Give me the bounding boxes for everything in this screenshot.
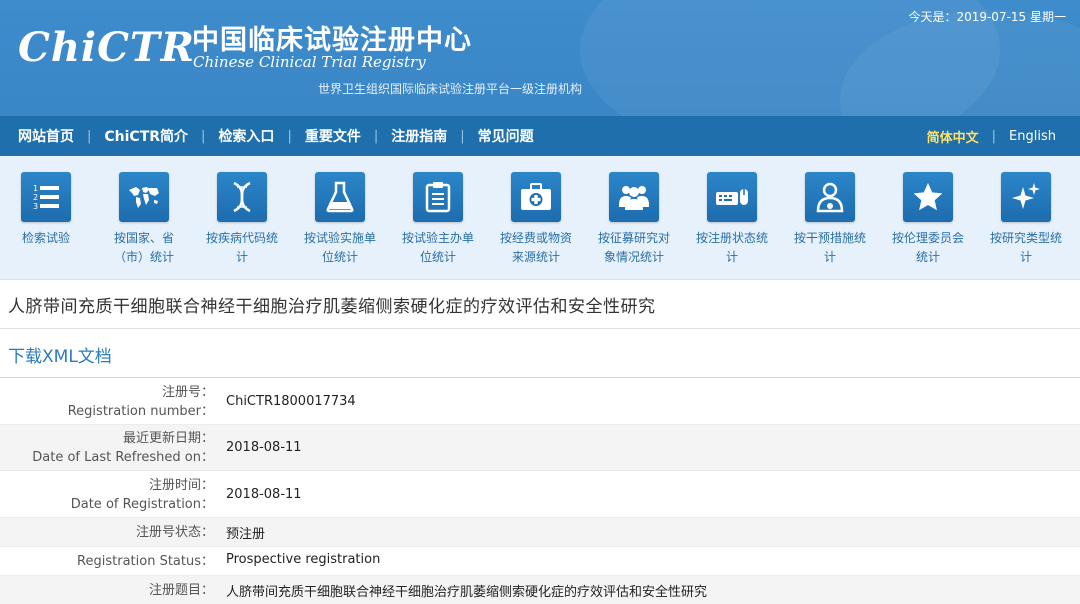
icon-label-line1: 按研究类型统: [989, 231, 1062, 245]
icon-by-institution[interactable]: 按试验实施单 位统计: [294, 172, 386, 267]
icon-label-line2: 计: [725, 250, 738, 264]
icon-label-line2: 计: [235, 250, 248, 264]
icon-label-line2: 位统计: [321, 250, 358, 264]
detail-value: 预注册: [226, 527, 266, 542]
svg-text:1: 1: [33, 184, 38, 193]
sparkle-icon: [1001, 172, 1051, 222]
nav-separator: |: [287, 128, 292, 144]
icon-label-line1: 按经费或物资: [499, 231, 572, 245]
nav-documents[interactable]: 重要文件: [305, 126, 361, 146]
icon-label-line2: 统计: [915, 250, 940, 264]
detail-label-cn: 注册题目：: [148, 583, 214, 598]
page-title: 人脐带间充质干细胞联合神经干细胞治疗肌萎缩侧索硬化症的疗效评估和安全性研究: [8, 297, 656, 317]
detail-row-registration-number: 注册号： Registration number： ChiCTR18000177…: [0, 378, 1080, 425]
icon-label-line1: 按征募研究对: [597, 231, 670, 245]
nav-guide[interactable]: 注册指南: [391, 126, 447, 146]
icon-label-line1: 按伦理委员会: [891, 231, 964, 245]
svg-text:2: 2: [33, 193, 38, 202]
icon-by-intervention[interactable]: 按干预措施统计: [784, 172, 876, 267]
header-banner: ChiCTR 中国临床试验注册中心 Chinese Clinical Trial…: [0, 0, 1080, 116]
detail-label-en: Registration Status：: [77, 554, 214, 569]
list-numbered-icon: 123: [21, 172, 71, 222]
icon-by-ethics[interactable]: 按伦理委员会 统计: [882, 172, 974, 267]
icon-label-line1: 按注册状态统: [695, 231, 768, 245]
today-date: 今天是：2019-07-15 星期一: [908, 10, 1066, 24]
download-xml-link[interactable]: 下载XML文档: [8, 342, 112, 367]
nav-separator: |: [991, 128, 997, 144]
nav-about[interactable]: ChiCTR简介: [104, 126, 188, 146]
detail-value: 人脐带间充质干细胞联合神经干细胞治疗肌萎缩侧索硬化症的疗效评估和安全性研究: [226, 585, 708, 600]
detail-value: 2018-08-11: [226, 440, 302, 455]
icon-by-country[interactable]: 按国家、省 （市）统计: [98, 172, 190, 267]
icon-by-status[interactable]: 按注册状态统计: [686, 172, 778, 267]
svg-text:3: 3: [33, 202, 38, 211]
icon-label-line2: 位统计: [419, 250, 456, 264]
site-title-cn: 中国临床试验注册中心: [192, 25, 472, 56]
detail-row-last-refreshed: 最近更新日期： Date of Last Refreshed on： 2018-…: [0, 425, 1080, 471]
keyboard-mouse-icon: [707, 172, 757, 222]
detail-label-cn: 注册号：: [161, 385, 214, 400]
icon-label-line2: 计: [1019, 250, 1032, 264]
divider: [0, 328, 1080, 329]
clipboard-icon: [413, 172, 463, 222]
detail-label-en: Date of Registration：: [70, 497, 214, 512]
icon-label-line1: 按国家、省: [113, 231, 174, 245]
nav-separator: |: [373, 128, 379, 144]
icon-label-line1: 按试验主办单: [401, 231, 474, 245]
medical-kit-icon: [511, 172, 561, 222]
dna-icon: [217, 172, 267, 222]
nav-separator: |: [87, 128, 92, 144]
lang-chinese-link[interactable]: 简体中文: [927, 127, 979, 146]
nav-faq[interactable]: 常见问题: [478, 126, 534, 146]
icon-by-funding[interactable]: 按经费或物资 来源统计: [490, 172, 582, 267]
star-icon: [903, 172, 953, 222]
detail-row-title: 注册题目： 人脐带间充质干细胞联合神经干细胞治疗肌萎缩侧索硬化症的疗效评估和安全…: [0, 576, 1080, 604]
detail-value: 2018-08-11: [226, 487, 302, 502]
site-subtitle: 世界卫生组织国际临床试验注册平台一级注册机构: [318, 82, 583, 96]
icon-label-line2: 计: [823, 250, 836, 264]
detail-label-cn: 注册时间：: [148, 478, 214, 493]
logo-text: ChiCTR: [18, 24, 195, 71]
detail-label-en: Registration number：: [67, 404, 214, 419]
icon-label-line2: 来源统计: [511, 250, 560, 264]
main-nav: 网站首页 | ChiCTR简介 | 检索入口 | 重要文件 | 注册指南 | 常…: [0, 116, 1080, 156]
nav-home[interactable]: 网站首页: [18, 126, 74, 146]
icon-label-line1: 按疾病代码统: [205, 231, 278, 245]
stats-icon-bar: 123 检索试验 按国家、省 （市）统计 按疾病代码统计 按试验实施单 位统计 按试…: [0, 156, 1080, 280]
nav-search[interactable]: 检索入口: [218, 126, 274, 146]
detail-value: Prospective registration: [226, 552, 381, 567]
nav-separator: |: [201, 128, 206, 144]
detail-value: ChiCTR1800017734: [226, 394, 356, 409]
people-group-icon: [609, 172, 659, 222]
world-map-icon: [119, 172, 169, 222]
detail-row-status-cn: 注册号状态： 预注册: [0, 518, 1080, 547]
nav-separator: |: [460, 128, 465, 144]
detail-row-registration-date: 注册时间： Date of Registration： 2018-08-11: [0, 471, 1080, 518]
icon-label-line2: 象情况统计: [603, 250, 664, 264]
icon-label-line2: （市）统计: [113, 250, 174, 264]
detail-label-cn: 注册号状态：: [135, 525, 214, 540]
chictr-logo[interactable]: ChiCTR: [18, 20, 195, 80]
doctor-icon: [805, 172, 855, 222]
icon-by-disease[interactable]: 按疾病代码统计: [196, 172, 288, 267]
icon-label-line1: 检索试验: [21, 231, 70, 245]
icon-by-sponsor[interactable]: 按试验主办单 位统计: [392, 172, 484, 267]
detail-row-status-en: Registration Status： Prospective registr…: [0, 547, 1080, 576]
icon-by-study-type[interactable]: 按研究类型统计: [980, 172, 1072, 267]
icon-label-line1: 按试验实施单: [303, 231, 376, 245]
icon-by-recruitment[interactable]: 按征募研究对 象情况统计: [588, 172, 680, 267]
icon-search-trials[interactable]: 123 检索试验: [0, 172, 92, 248]
detail-label-en: Date of Last Refreshed on：: [32, 450, 214, 465]
lang-english-link[interactable]: English: [1009, 129, 1056, 144]
site-title-en: Chinese Clinical Trial Registry: [193, 53, 426, 71]
detail-label-cn: 最近更新日期：: [122, 431, 214, 446]
icon-label-line1: 按干预措施统: [793, 231, 866, 245]
flask-icon: [315, 172, 365, 222]
